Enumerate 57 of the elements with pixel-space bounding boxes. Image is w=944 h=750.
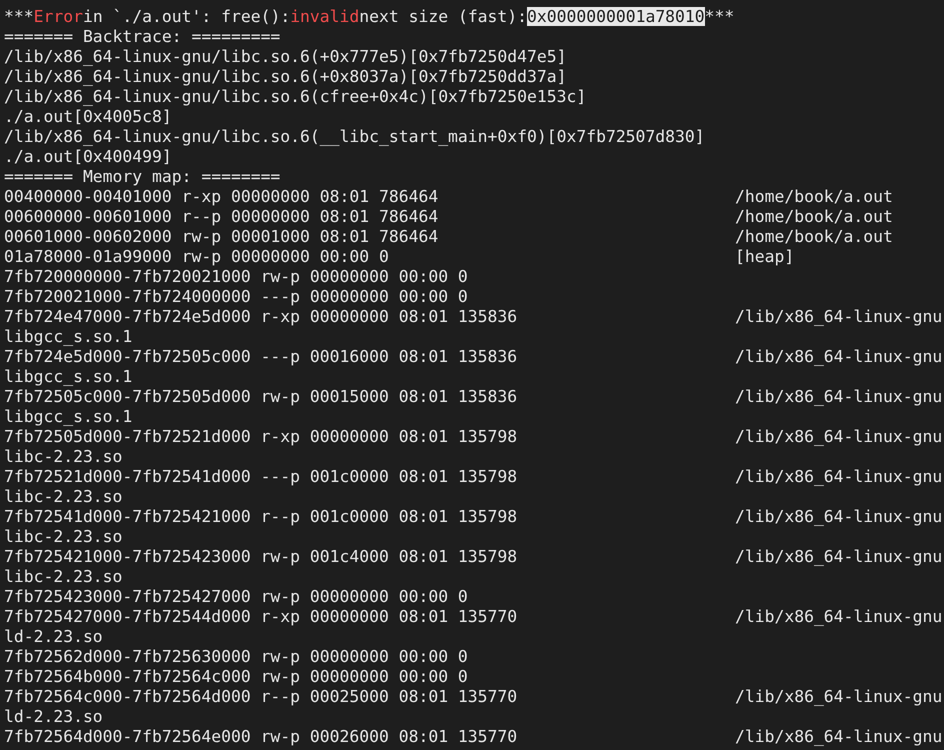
output-text: /lib/x86_64-linux-gnu/libc.so.6(+0x8037a)[0x7fb7250dd37a] xyxy=(4,67,566,86)
memory-mapping: 7fb724e5d000-7fb72505c000 ---p 00016000 08:01 135836 xyxy=(4,347,518,367)
mapping-path: libc-2.23.so xyxy=(4,487,122,506)
mapping-path: /lib/x86_64-linux-gnu xyxy=(735,727,944,747)
mapping-path: [heap] xyxy=(735,247,796,267)
mapping-path: /lib/x86_64-linux-gnu xyxy=(735,687,944,707)
memory-mapping: 7fb72521d000-7fb72541d000 ---p 001c0000 08:01 135798 xyxy=(4,467,518,487)
memory-mapping: 7fb72505d000-7fb72521d000 r-xp 00000000 08:01 135798 xyxy=(4,427,518,447)
memory-mapping: 7fb72564c000-7fb72564d000 r--p 00025000 08:01 135770 xyxy=(4,687,518,707)
output-text: ./a.out[0x4005c8] xyxy=(4,107,172,126)
memory-mapping: 7fb72505c000-7fb72505d000 rw-p 00015000 08:01 135836 xyxy=(4,387,518,407)
selected-text: 0x0000000001a78010 xyxy=(527,7,705,26)
memory-mapping: 00400000-00401000 r-xp 00000000 08:01 786464 xyxy=(4,187,440,207)
memory-mapping: 00601000-00602000 rw-p 00001000 08:01 786464 xyxy=(4,227,440,247)
output-text: *** xyxy=(704,7,734,26)
output-text: in `./a.out': free(): xyxy=(82,7,290,26)
error-text: Error xyxy=(34,7,83,26)
mapping-path: /lib/x86_64-linux-gnu xyxy=(735,547,944,567)
memory-mapping: 01a78000-01a99000 rw-p 00000000 00:00 0 xyxy=(4,247,390,267)
memory-mapping: 7fb72562d000-7fb725630000 rw-p 00000000 00:00 0 xyxy=(4,647,469,667)
mapping-path: /lib/x86_64-linux-gnu xyxy=(735,387,944,407)
memory-mapping: 7fb72564b000-7fb72564c000 rw-p 00000000 00:00 0 xyxy=(4,667,469,687)
memory-mapping: 7fb725421000-7fb725423000 rw-p 001c4000 08:01 135798 xyxy=(4,547,518,567)
mapping-path: /lib/x86_64-linux-gnu xyxy=(735,307,944,327)
output-text: ======= Backtrace: ========= xyxy=(4,27,280,46)
memory-mapping: 7fb72541d000-7fb725421000 r--p 001c0000 08:01 135798 xyxy=(4,507,518,527)
mapping-path: /lib/x86_64-linux-gnu xyxy=(735,427,944,447)
mapping-path: /lib/x86_64-linux-gnu xyxy=(735,347,944,367)
output-text: ======= Memory map: ======== xyxy=(4,167,280,186)
memory-mapping: 7fb725423000-7fb725427000 rw-p 00000000 00:00 0 xyxy=(4,587,469,607)
memory-mapping: 7fb724e47000-7fb724e5d000 r-xp 00000000 08:01 135836 xyxy=(4,307,518,327)
memory-mapping: 7fb725427000-7fb72544d000 r-xp 00000000 08:01 135770 xyxy=(4,607,518,627)
mapping-path: /home/book/a.out xyxy=(735,207,894,227)
mapping-path: ld-2.23.so xyxy=(4,707,103,726)
memory-mapping: 7fb720000000-7fb720021000 rw-p 00000000 00:00 0 xyxy=(4,267,469,287)
output-text: *** xyxy=(4,7,34,26)
memory-mapping: 7fb72564d000-7fb72564e000 rw-p 00026000 08:01 135770 xyxy=(4,727,518,747)
mapping-path: /lib/x86_64-linux-gnu xyxy=(735,467,944,487)
output-text: /lib/x86_64-linux-gnu/libc.so.6(cfree+0x4c)[0x7fb7250e153c] xyxy=(4,87,586,106)
mapping-path: ld-2.23.so xyxy=(4,627,103,646)
output-text: ./a.out[0x400499] xyxy=(4,147,172,166)
output-text: /lib/x86_64-linux-gnu/libc.so.6(__libc_start_main+0xf0)[0x7fb72507d830] xyxy=(4,127,705,146)
memory-mapping: 00600000-00601000 r--p 00000000 08:01 786464 xyxy=(4,207,440,227)
mapping-path: libgcc_s.so.1 xyxy=(4,407,132,426)
mapping-path: /lib/x86_64-linux-gnu xyxy=(735,607,944,627)
output-text: /lib/x86_64-linux-gnu/libc.so.6(+0x777e5)[0x7fb7250d47e5] xyxy=(4,47,566,66)
error-text: invalid xyxy=(290,7,360,26)
mapping-path: libc-2.23.so xyxy=(4,527,122,546)
mapping-path: /lib/x86_64-linux-gnu xyxy=(735,507,944,527)
mapping-path: /home/book/a.out xyxy=(735,187,894,207)
mapping-path: /home/book/a.out xyxy=(735,227,894,247)
mapping-path: libgcc_s.so.1 xyxy=(4,327,132,346)
output-text: next size (fast): xyxy=(359,7,528,26)
memory-mapping: 7fb720021000-7fb724000000 ---p 00000000 00:00 0 xyxy=(4,287,469,307)
mapping-path: libc-2.23.so xyxy=(4,567,122,586)
mapping-path: libgcc_s.so.1 xyxy=(4,367,132,386)
mapping-path: libc-2.23.so xyxy=(4,447,122,466)
